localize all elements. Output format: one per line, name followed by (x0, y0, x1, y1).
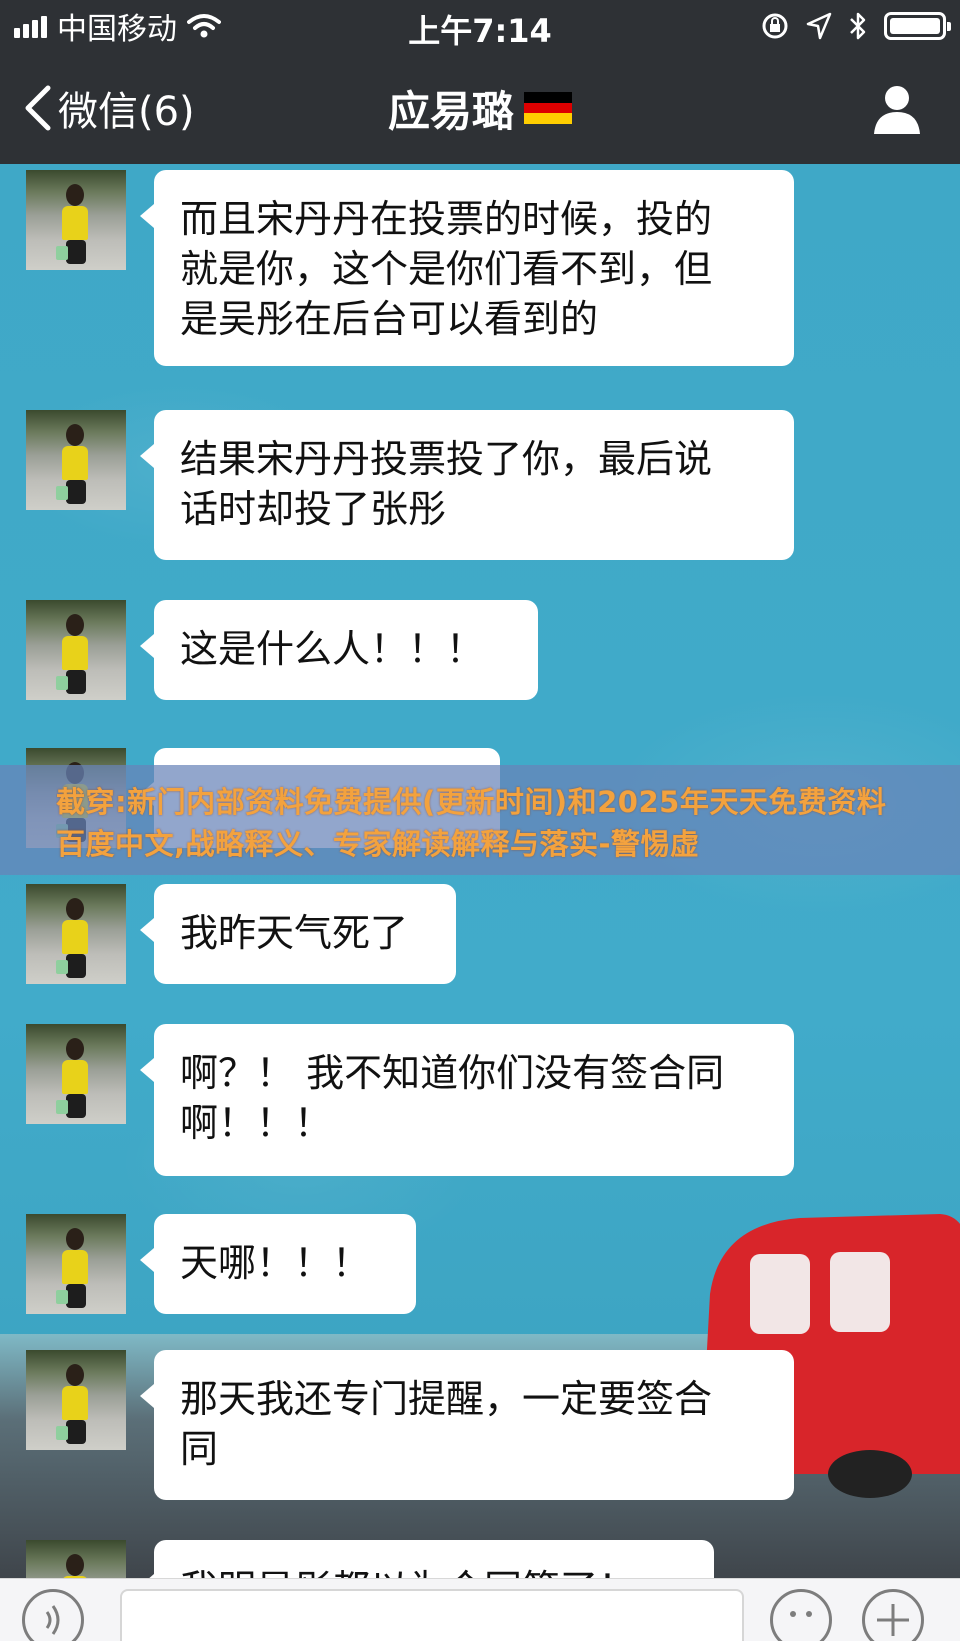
status-right (760, 8, 951, 44)
avatar[interactable] (26, 1540, 126, 1578)
avatar[interactable] (26, 1350, 126, 1450)
message-bubble[interactable]: 那天我还专门提醒，一定要签合 同 (140, 1350, 794, 1500)
status-bar: 中国移动 上午7:14 (0, 0, 960, 52)
avatar[interactable] (26, 1214, 126, 1314)
bluetooth-icon (850, 12, 866, 40)
rotation-lock-icon (762, 13, 788, 39)
voice-icon (45, 1605, 60, 1635)
message-bubble[interactable]: 而且宋丹丹在投票的时候，投的 就是你，这个是你们看不到，但 是吴彤在后台可以看到… (140, 170, 794, 366)
chat-title: 应易璐 (0, 78, 960, 138)
message-bubble[interactable]: 天哪！！！ (140, 1214, 416, 1314)
emoji-button[interactable] (770, 1589, 832, 1641)
voice-button[interactable] (22, 1589, 84, 1641)
battery-icon (884, 12, 951, 40)
chat-header: 微信(6) 应易璐 (0, 52, 960, 164)
avatar[interactable] (26, 410, 126, 510)
message-bubble[interactable]: 啊？！ 我不知道你们没有签合同 啊！！！ (140, 1024, 794, 1176)
avatar[interactable] (26, 1024, 126, 1124)
plus-icon (877, 1604, 909, 1636)
plus-button[interactable] (862, 1589, 924, 1641)
avatar[interactable] (26, 884, 126, 984)
promo-banner: 截穿:新门内部资料免费提供(更新时间)和2025年天天免费资料百度中文,战略释义… (0, 765, 960, 875)
contact-name: 应易璐 (387, 86, 514, 136)
message-bubble[interactable]: 结果宋丹丹投票投了你，最后说 话时却投了张彤 (140, 410, 794, 560)
input-bar (0, 1578, 960, 1641)
message-input[interactable] (120, 1589, 744, 1641)
location-icon (806, 12, 832, 40)
banner-text: 截穿:新门内部资料免费提供(更新时间)和2025年天天免费资料百度中文,战略释义… (56, 785, 887, 861)
avatar[interactable] (26, 600, 126, 700)
message-bubble[interactable]: 我昨天气死了 (140, 884, 456, 984)
germany-flag-icon (524, 92, 572, 125)
profile-icon[interactable] (870, 82, 924, 136)
message-bubble[interactable]: 我明显彤都以为合同签了！ (140, 1540, 714, 1578)
emoji-icon (790, 1611, 812, 1617)
avatar[interactable] (26, 170, 126, 270)
message-bubble[interactable]: 这是什么人！！！ (140, 600, 538, 700)
